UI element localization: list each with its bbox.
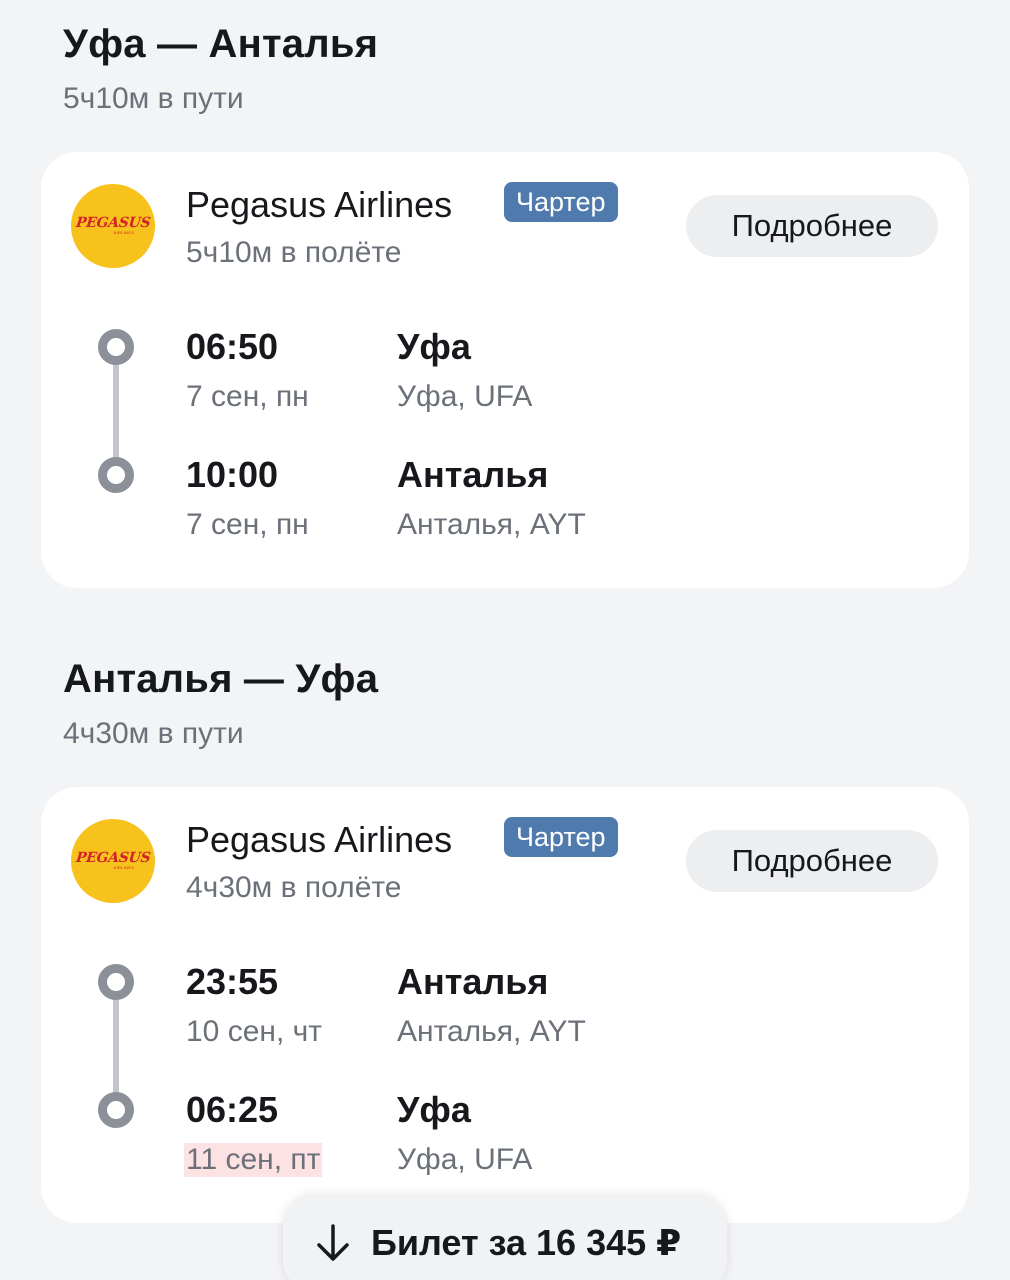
flight-details-page: Уфа — Анталья 5ч10м в пути PEGASUS AIRLI… bbox=[0, 0, 1010, 1280]
airline-name: Pegasus Airlines bbox=[186, 184, 453, 225]
departure-dot-icon bbox=[98, 329, 134, 365]
departure-airport: Анталья, AYT bbox=[397, 1015, 586, 1048]
departure-city: Анталья bbox=[397, 961, 549, 1002]
arrival-time: 10:00 bbox=[186, 454, 279, 495]
arrival-dot-icon bbox=[98, 457, 134, 493]
departure-city: Уфа bbox=[397, 326, 471, 367]
ticket-price-button[interactable]: Билет за 16 345 ₽ bbox=[283, 1194, 727, 1280]
airline-logo-text: PEGASUS bbox=[74, 215, 152, 231]
departure-date: 10 сен, чт bbox=[186, 1015, 322, 1048]
arrival-time: 06:25 bbox=[186, 1089, 279, 1130]
airline-logo: PEGASUS AIRLINES bbox=[71, 819, 155, 903]
flight-duration: 4ч30м в полёте bbox=[186, 871, 402, 904]
details-button[interactable]: Подробнее bbox=[686, 195, 938, 257]
segment-total-time: 4ч30м в пути bbox=[63, 717, 244, 750]
departure-airport: Уфа, UFA bbox=[397, 380, 533, 413]
arrival-airport: Анталья, AYT bbox=[397, 508, 586, 541]
arrow-down-icon bbox=[317, 1224, 349, 1261]
airline-name: Pegasus Airlines bbox=[186, 819, 453, 860]
segment-total-time: 5ч10м в пути bbox=[63, 82, 244, 115]
flight-card: PEGASUS AIRLINES Pegasus Airlines Чартер… bbox=[41, 152, 969, 588]
ticket-price-label: Билет за 16 345 ₽ bbox=[371, 1222, 682, 1263]
departure-time: 23:55 bbox=[186, 961, 279, 1002]
flight-card: PEGASUS AIRLINES Pegasus Airlines Чартер… bbox=[41, 787, 969, 1223]
airline-logo-text: PEGASUS bbox=[74, 850, 152, 866]
details-button[interactable]: Подробнее bbox=[686, 830, 938, 892]
arrival-date: 7 сен, пн bbox=[186, 508, 309, 541]
segment-title: Анталья — Уфа bbox=[63, 657, 379, 701]
arrival-airport: Уфа, UFA bbox=[397, 1143, 533, 1176]
departure-time: 06:50 bbox=[186, 326, 279, 367]
charter-badge: Чартер bbox=[504, 182, 618, 222]
arrival-dot-icon bbox=[98, 1092, 134, 1128]
departure-dot-icon bbox=[98, 964, 134, 1000]
arrival-date-highlighted: 11 сен, пт bbox=[184, 1143, 323, 1177]
airline-logo: PEGASUS AIRLINES bbox=[71, 184, 155, 268]
segment-title: Уфа — Анталья bbox=[63, 22, 379, 66]
arrival-city: Анталья bbox=[397, 454, 549, 495]
charter-badge: Чартер bbox=[504, 817, 618, 857]
arrival-city: Уфа bbox=[397, 1089, 471, 1130]
flight-duration: 5ч10м в полёте bbox=[186, 236, 402, 269]
departure-date: 7 сен, пн bbox=[186, 380, 309, 413]
